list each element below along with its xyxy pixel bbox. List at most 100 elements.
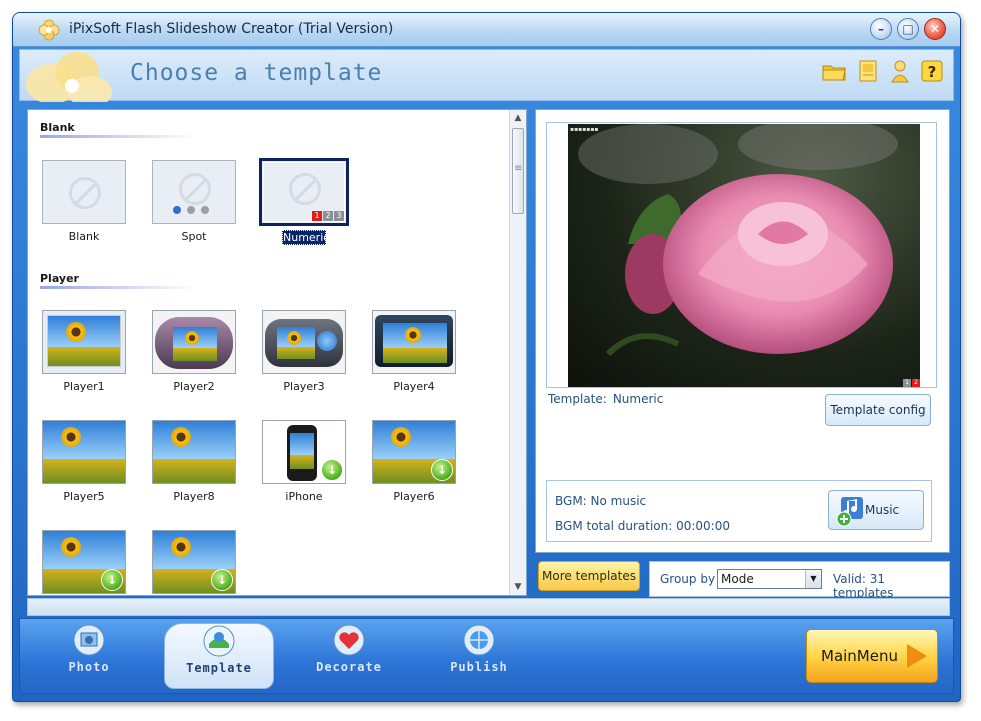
music-button-label: Music: [865, 503, 900, 517]
main-menu-label: MainMenu: [821, 647, 898, 665]
template-label: Template:: [548, 392, 607, 406]
template-thumbnail[interactable]: [42, 310, 126, 374]
title-bar[interactable]: iPixSoft Flash Slideshow Creator (Trial …: [13, 13, 960, 47]
template-tile-iphone[interactable]: ↓ iPhone: [262, 420, 346, 503]
template-list-scrollbar[interactable]: ▲ ▼: [509, 110, 526, 595]
main-menu-button[interactable]: MainMenu: [806, 629, 938, 683]
publish-icon: [463, 624, 495, 656]
template-value: Numeric: [612, 392, 664, 406]
group-by-label: Group by: [660, 572, 716, 586]
template-icon: [203, 625, 235, 657]
tab-decorate[interactable]: Decorate: [294, 623, 404, 689]
tab-template[interactable]: Template: [164, 623, 274, 689]
template-tile-spot[interactable]: Spot: [152, 160, 236, 243]
music-button[interactable]: Music: [828, 490, 924, 530]
section-heading-blank: Blank: [40, 121, 75, 134]
template-label: Player5: [63, 490, 105, 503]
template-label: Player6: [393, 490, 435, 503]
header-flower-icon: [26, 52, 112, 102]
no-entry-icon: [69, 177, 101, 209]
preview-caption: ▪▪▪▪▪▪▪: [570, 126, 599, 133]
close-button[interactable]: ✕: [924, 18, 946, 40]
template-label: Player8: [173, 490, 215, 503]
template-thumbnail[interactable]: ↓: [262, 420, 346, 484]
no-entry-icon: [289, 173, 321, 205]
template-thumbnail[interactable]: [152, 420, 236, 484]
maximize-button[interactable]: □: [897, 18, 919, 40]
person-icon[interactable]: [887, 58, 913, 84]
tab-label: Decorate: [316, 660, 382, 674]
template-thumbnail[interactable]: ↓: [42, 530, 126, 594]
scroll-down-arrow-icon[interactable]: ▼: [513, 582, 523, 592]
download-icon[interactable]: ↓: [101, 569, 123, 591]
template-thumbnail[interactable]: [152, 160, 236, 224]
template-tile[interactable]: ↓: [42, 530, 126, 594]
group-by-value: Mode: [721, 572, 754, 586]
template-tile-player6[interactable]: ↓ Player6: [372, 420, 456, 503]
template-tile-player8[interactable]: Player8: [152, 420, 236, 503]
step-navigation: Photo Template Decorate Publish MainMenu: [19, 618, 954, 694]
valid-templates-count: Valid: 31 templates: [833, 572, 894, 600]
scroll-thumb[interactable]: [512, 128, 524, 214]
template-list-panel[interactable]: ▲ ▼ Blank Blank Spot: [27, 109, 527, 596]
section-heading-player: Player: [40, 272, 79, 285]
note-icon[interactable]: [855, 58, 881, 84]
group-by-select[interactable]: Mode ▼: [717, 569, 822, 589]
page-title: Choose a template: [130, 60, 383, 86]
no-entry-icon: [179, 173, 211, 205]
template-tile[interactable]: ↓: [152, 530, 236, 594]
template-config-button[interactable]: Template config: [825, 394, 931, 426]
tab-publish[interactable]: Publish: [424, 623, 534, 689]
chevron-down-icon[interactable]: ▼: [805, 570, 821, 588]
template-thumbnail[interactable]: ↓: [152, 530, 236, 594]
preview-image: ▪▪▪▪▪▪▪ 1 2: [568, 124, 920, 387]
template-tile-player5[interactable]: Player5: [42, 420, 126, 503]
scroll-up-arrow-icon[interactable]: ▲: [513, 113, 523, 123]
download-icon[interactable]: ↓: [321, 459, 343, 481]
template-label: Player3: [283, 380, 325, 393]
template-tile-player1[interactable]: Player1: [42, 310, 126, 393]
minimize-button[interactable]: –: [870, 18, 892, 40]
section-divider: [40, 286, 196, 289]
template-label: Blank: [68, 230, 100, 243]
photo-icon: [73, 624, 105, 656]
music-add-icon: [836, 497, 863, 527]
app-window: iPixSoft Flash Slideshow Creator (Trial …: [12, 12, 961, 702]
template-thumbnail[interactable]: [42, 160, 126, 224]
help-icon[interactable]: ?: [919, 58, 945, 84]
bgm-duration: BGM total duration: 00:00:00: [555, 519, 730, 533]
template-tile-player2[interactable]: Player2: [152, 310, 236, 393]
group-by-bar: Group by Mode ▼ Valid: 31 templates: [649, 561, 950, 600]
preview-numeric-indicator[interactable]: 1 2: [902, 379, 920, 387]
tab-photo[interactable]: Photo: [34, 623, 144, 689]
template-thumbnail[interactable]: [372, 310, 456, 374]
tab-label: Template: [186, 661, 252, 675]
download-icon[interactable]: ↓: [431, 459, 453, 481]
template-tile-player4[interactable]: Player4: [372, 310, 456, 393]
folder-icon[interactable]: [821, 58, 847, 84]
template-tile-player3[interactable]: Player3: [262, 310, 346, 393]
numeric-indicator: 1 2 3: [311, 211, 344, 221]
template-tile-numeric[interactable]: 1 2 3 Numeric: [259, 158, 349, 245]
template-thumbnail-selected[interactable]: 1 2 3: [259, 158, 349, 226]
download-icon[interactable]: ↓: [211, 569, 233, 591]
preview-panel: ▪▪▪▪▪▪▪ 1 2 Template: Numeric Template co…: [535, 109, 950, 553]
tab-label: Publish: [450, 660, 508, 674]
template-thumbnail[interactable]: [42, 420, 126, 484]
svg-text:?: ?: [928, 63, 937, 81]
template-tile-blank[interactable]: Blank: [42, 160, 126, 243]
template-thumbnail[interactable]: [262, 310, 346, 374]
template-label: Spot: [181, 230, 207, 243]
window-title: iPixSoft Flash Slideshow Creator (Trial …: [69, 21, 394, 37]
template-thumbnail[interactable]: [152, 310, 236, 374]
decorate-icon: [333, 624, 365, 656]
template-label-selected: Numeric: [282, 230, 330, 245]
status-strip: [27, 598, 950, 616]
preview-frame: ▪▪▪▪▪▪▪ 1 2: [546, 122, 937, 388]
more-templates-button[interactable]: More templates: [538, 561, 640, 591]
bgm-box: BGM: No music BGM total duration: 00:00:…: [546, 480, 932, 542]
page-header: Choose a template ?: [19, 49, 954, 102]
template-thumbnail[interactable]: ↓: [372, 420, 456, 484]
play-arrow-icon: [907, 644, 927, 668]
bgm-status: BGM: No music: [555, 494, 647, 508]
